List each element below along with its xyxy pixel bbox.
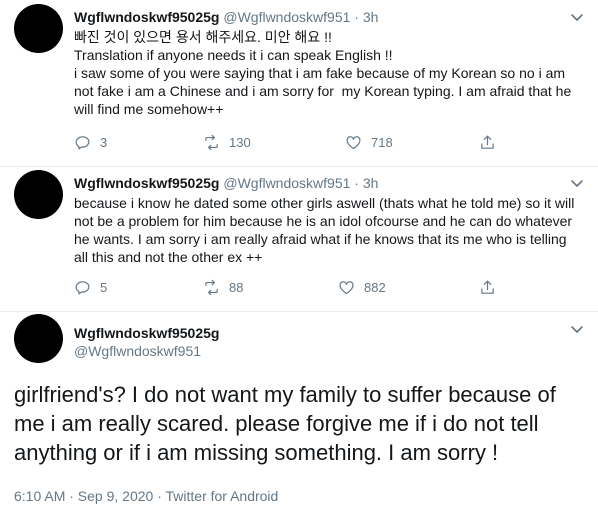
main-tweet-text: girlfriend's? I do not want my family to… <box>14 382 556 465</box>
retweet-count: 130 <box>229 135 251 150</box>
share-icon <box>481 135 494 149</box>
share-icon <box>481 280 494 294</box>
author-handle[interactable]: @Wgflwndoskwf951 <box>223 9 350 25</box>
chevron-down-icon[interactable] <box>570 322 584 336</box>
separator-dot: · <box>354 9 359 25</box>
retweet-button[interactable]: 88 <box>203 279 243 296</box>
share-button[interactable] <box>479 279 505 296</box>
like-button[interactable]: 718 <box>345 134 393 151</box>
tweet-header: Wgflwndoskwf95025g @Wgflwndoskwf951 · 3h <box>74 8 378 26</box>
reply-button[interactable]: 3 <box>74 134 107 151</box>
retweet-icon <box>205 279 218 296</box>
tweet-header: Wgflwndoskwf95025g @Wgflwndoskwf951 · 3h <box>74 174 378 192</box>
author-name[interactable]: Wgflwndoskwf95025g <box>74 175 219 191</box>
reply-count: 3 <box>100 135 108 150</box>
like-button[interactable]: 882 <box>338 279 386 296</box>
author-handle[interactable]: @Wgflwndoskwf951 <box>74 342 201 360</box>
retweet-button[interactable]: 130 <box>203 134 251 151</box>
reply-icon <box>75 136 90 150</box>
like-count: 718 <box>371 135 393 150</box>
author-handle[interactable]: @Wgflwndoskwf951 <box>223 175 350 191</box>
reply-icon <box>75 281 90 295</box>
tweet-text: 빠진 것이 있으면 용서 해주세요. 미안 해요 !! Translation … <box>74 29 572 117</box>
separator-dot: · <box>354 175 359 191</box>
tweet-time[interactable]: 3h <box>363 9 379 25</box>
share-button[interactable] <box>479 134 505 151</box>
tweet-text: because i know he dated some other girls… <box>74 195 579 265</box>
tweet-time[interactable]: 3h <box>363 175 379 191</box>
tweet-actions: 3 130 718 <box>74 134 504 154</box>
reply-count: 5 <box>100 280 108 295</box>
author-name[interactable]: Wgflwndoskwf95025g <box>74 324 219 342</box>
author-name[interactable]: Wgflwndoskwf95025g <box>74 9 219 25</box>
retweet-icon <box>205 134 218 151</box>
avatar[interactable] <box>14 314 63 363</box>
retweet-count: 88 <box>229 280 244 295</box>
avatar[interactable] <box>14 170 63 219</box>
reply-button[interactable]: 5 <box>74 279 107 296</box>
heart-icon <box>339 281 354 295</box>
tweet-actions: 5 88 882 <box>74 279 504 299</box>
heart-icon <box>346 136 361 150</box>
tweet[interactable]: Wgflwndoskwf95025g @Wgflwndoskwf951 · 3h… <box>0 0 598 167</box>
avatar[interactable] <box>14 4 63 53</box>
chevron-down-icon[interactable] <box>570 176 584 190</box>
chevron-down-icon[interactable] <box>570 10 584 24</box>
like-count: 882 <box>364 280 386 295</box>
tweet[interactable]: Wgflwndoskwf95025g @Wgflwndoskwf951 · 3h… <box>0 166 598 312</box>
tweet-timestamp[interactable]: 6:10 AM · Sep 9, 2020 · Twitter for Andr… <box>14 487 278 505</box>
